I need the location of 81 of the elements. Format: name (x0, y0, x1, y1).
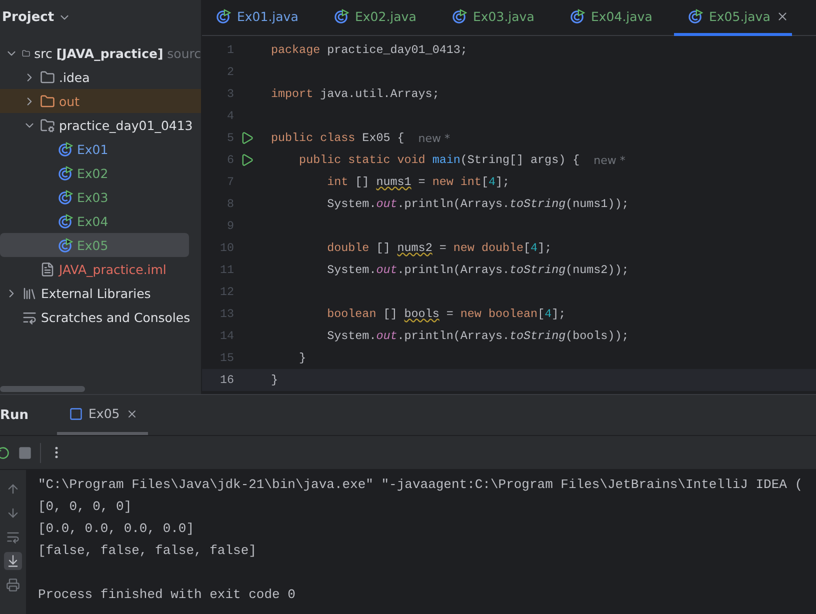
tree-item[interactable]: Ex04 (0, 209, 201, 233)
console-line: [0, 0, 0, 0] (38, 498, 133, 516)
tree-item[interactable]: Scratches and Consoles (0, 305, 201, 329)
editor-tab[interactable]: Ex03.java (438, 0, 556, 36)
tree-item[interactable]: JAVA_practice.iml (0, 257, 201, 281)
class-icon (334, 9, 349, 24)
tree-label: Ex01 (77, 142, 108, 156)
inlay-hint: new * (418, 132, 450, 144)
print-icon[interactable] (6, 578, 20, 592)
tree-item[interactable]: practice_day01_0413 (0, 113, 201, 137)
tree-label: Ex04 (77, 214, 108, 228)
tree-item[interactable]: .idea (0, 65, 201, 89)
tree-label: .idea (59, 70, 90, 84)
stop-icon[interactable] (18, 446, 32, 460)
close-icon[interactable] (126, 408, 138, 420)
inlay-hint: new * (594, 154, 626, 166)
run-tab[interactable]: Ex05 (56, 395, 148, 435)
tree-item[interactable]: Ex03 (0, 185, 201, 209)
tree-label: Ex02 (77, 166, 108, 180)
tree-label: JAVA_practice.iml (59, 262, 166, 276)
tree-label: Ex03 (77, 190, 108, 204)
code-line: int [] nums1 = new int[4]; (326, 175, 510, 189)
tree-item[interactable]: External Libraries (0, 281, 201, 305)
tree-item[interactable]: src [JAVA_practice] sourc (0, 41, 201, 65)
code-line: public static void main(String[] args) { (298, 153, 580, 167)
line-number: 16 (218, 373, 234, 387)
panel-title: Project (2, 10, 54, 24)
tree-item[interactable]: Ex05 (0, 233, 189, 257)
class-icon (452, 9, 467, 24)
rerun-icon[interactable] (0, 446, 10, 460)
class-icon (58, 166, 73, 180)
panel-title: Run (0, 408, 29, 422)
code-line: import java.util.Arrays; (271, 87, 440, 101)
tree-label: Ex05 (77, 238, 108, 252)
tree-label: Scratches and Consoles (41, 310, 190, 324)
close-icon[interactable] (776, 10, 790, 23)
class-icon (688, 9, 703, 24)
console-line: Process finished with exit code 0 (38, 586, 296, 604)
scrollbar[interactable] (0, 386, 85, 392)
code-line: boolean [] bools = new boolean[4]; (326, 307, 566, 321)
code-line: double [] nums2 = new double[4]; (326, 241, 552, 255)
class-icon (58, 142, 73, 156)
class-icon (58, 238, 73, 252)
tree-label: out (59, 94, 80, 108)
editor-tab[interactable]: Ex05.java (674, 0, 792, 36)
run-icon[interactable] (240, 131, 254, 145)
tree-label: src (34, 46, 52, 60)
console-line: "C:\Program Files\Java\jdk-21\bin\java.exe" "-javaagent:C:\Program Files\JetBrains\IntelliJ IDEA ( (38, 476, 803, 494)
folder-icon (40, 70, 55, 84)
console-icon (68, 406, 83, 420)
tree-item[interactable]: out (0, 89, 201, 113)
class-icon (216, 9, 231, 24)
class-icon (58, 214, 73, 228)
tree-item[interactable]: Ex01 (0, 137, 201, 161)
class-icon (570, 9, 585, 24)
run-icon[interactable] (240, 153, 254, 167)
scratches-icon (22, 310, 37, 324)
console-line: [false, false, false, false] (38, 542, 258, 560)
library-icon (22, 286, 37, 300)
code-line: } (271, 373, 278, 387)
soft-wrap-icon[interactable] (6, 530, 20, 544)
tree-label: practice_day01_0413 (59, 118, 193, 132)
editor-tab[interactable]: Ex04.java (556, 0, 674, 36)
class-icon (58, 190, 73, 204)
tree-label: External Libraries (41, 286, 151, 300)
root-type-label: sourc (167, 46, 201, 60)
scroll-to-end-icon[interactable] (6, 554, 20, 568)
file-icon (40, 262, 55, 276)
editor-tab[interactable]: Ex01.java (202, 0, 320, 36)
package-icon (40, 118, 55, 132)
code-line: System.out.println(Arrays.toString(nums2)); (326, 263, 629, 277)
editor-tab[interactable]: Ex02.java (320, 0, 438, 36)
console-line: [0.0, 0.0, 0.0, 0.0] (38, 520, 196, 538)
arrow-down-icon[interactable] (6, 506, 20, 520)
code-line: System.out.println(Arrays.toString(bools)); (326, 329, 629, 343)
code-line: package practice_day01_0413; (271, 43, 468, 57)
code-line: public class Ex05 { (271, 131, 404, 145)
code-line: } (298, 351, 306, 365)
module-name: [JAVA_practice] (56, 46, 164, 60)
code-line: System.out.println(Arrays.toString(nums1)); (326, 197, 629, 211)
tree-item[interactable]: Ex02 (0, 161, 201, 185)
